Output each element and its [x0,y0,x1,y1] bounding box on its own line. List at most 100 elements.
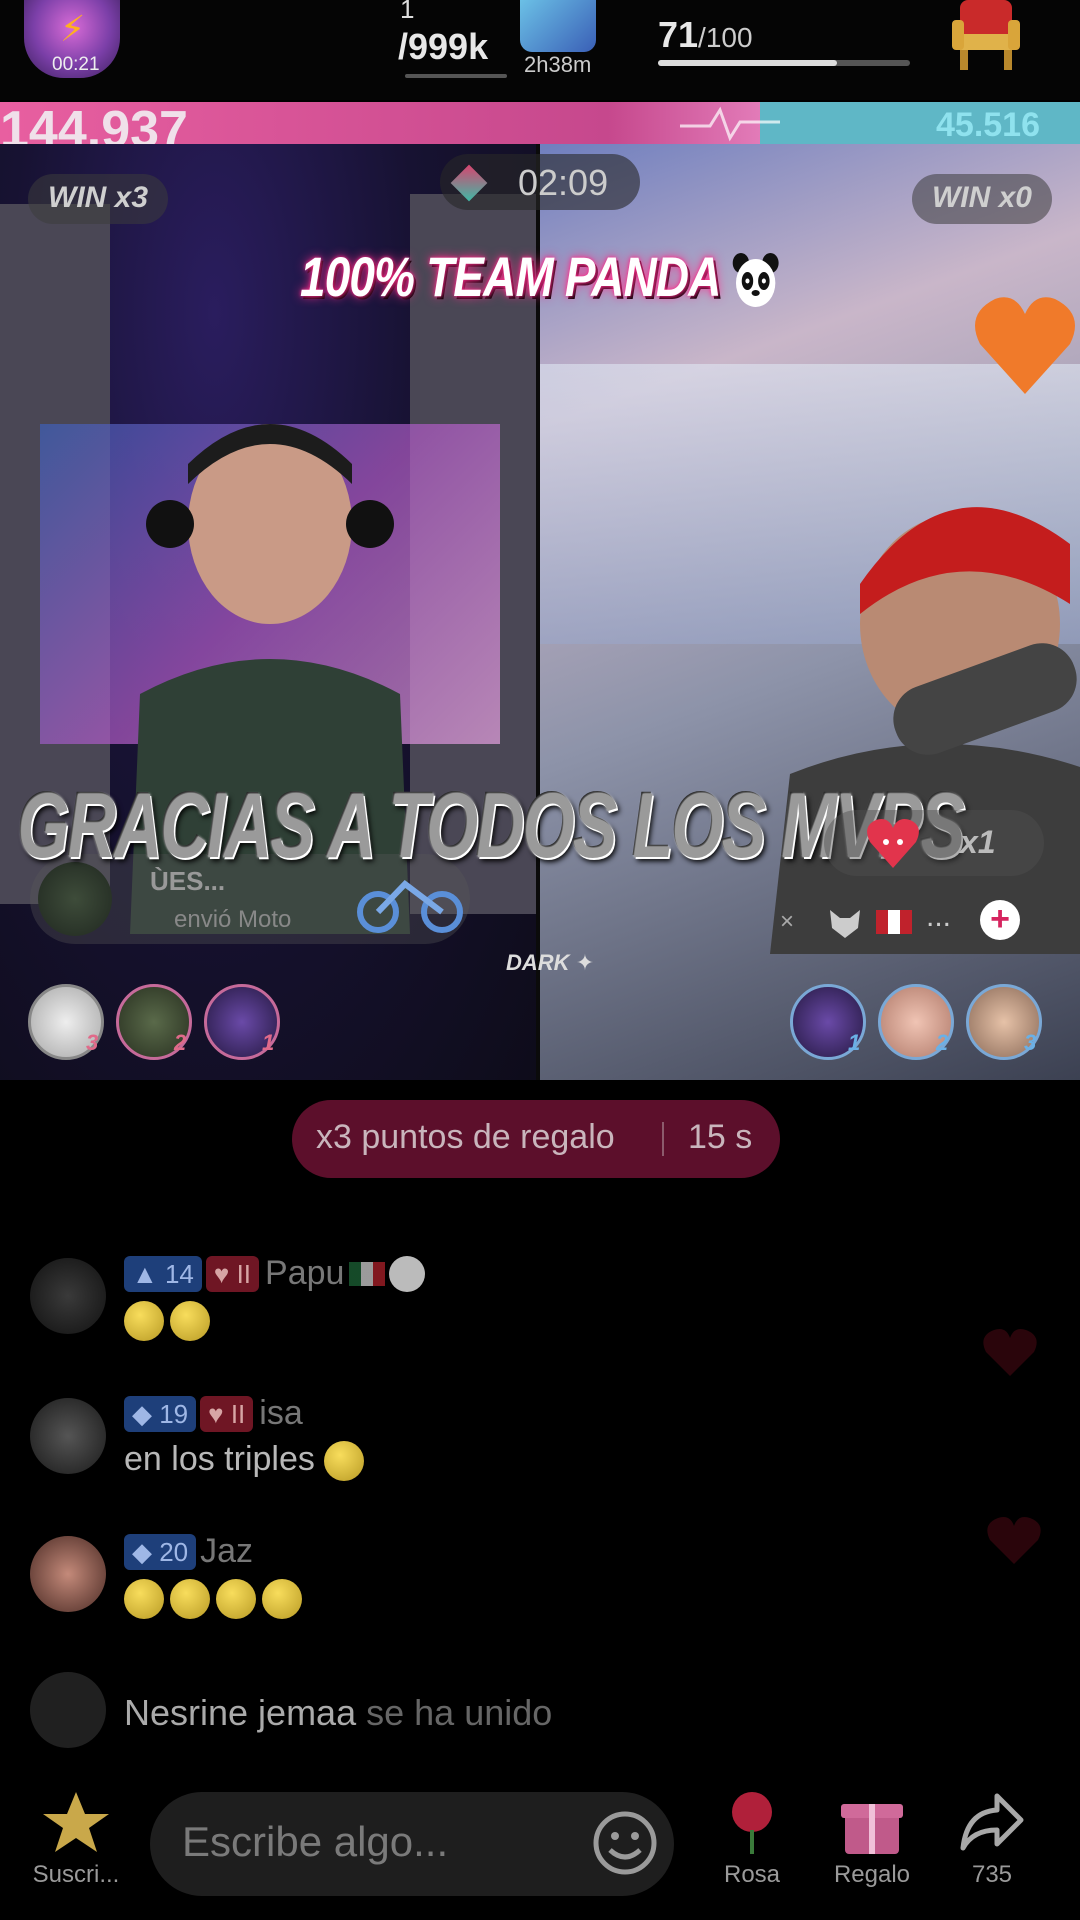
battle-video: WIN x3 WIN x0 02:09 100% TEAM PANDA ÙES.… [0,144,1080,1080]
user-avatar[interactable] [30,1536,106,1612]
laughing-emoji-icon [124,1579,164,1620]
comment-placeholder: Escribe algo... [182,1818,449,1865]
comment-header: ◆ 19 ♥ II isa [124,1394,303,1434]
progress-max: /100 [698,22,753,53]
overlay-title: 100% TEAM PANDA [97,244,983,311]
mvp-rank-right-2: 2 [936,1030,949,1055]
bottom-bar: Suscri... Escribe algo... Rosa Regalo 73… [0,1780,1080,1920]
share-count: 735 [971,1861,1013,1888]
mvp-rank-left-1: 1 [262,1030,275,1055]
user-avatar[interactable] [30,1258,106,1334]
dark-tag: DARK ✦ [506,950,594,976]
user-avatar[interactable] [30,1398,106,1474]
fan-badge: ♥ II [200,1395,254,1432]
laughing-emoji-icon [170,1579,210,1620]
mexico-flag-icon [348,1261,385,1286]
level-badge: ◆ 20 [124,1533,197,1570]
floating-heart-icon [987,1517,1041,1564]
gift-label: Regalo [833,1861,911,1888]
rose-label: Rosa [723,1861,781,1888]
joined-user[interactable]: Nesrine jemaa [124,1692,356,1733]
joined-text: se ha unido [366,1692,553,1733]
gift-points-banner: x3 puntos de regalo 15 s [292,1100,780,1178]
overlay-caption: GRACIAS A TODOS LOS MVPS [18,775,965,877]
top-bar: ⚡ 00:21 1 /999k 2h38m 71/100 [0,0,1080,100]
heart-icon [867,819,919,868]
comment-item[interactable]: ◆ 20 Jaz [30,1532,930,1626]
rose-icon [732,1792,772,1854]
username[interactable]: isa [259,1394,302,1433]
share-button[interactable]: 735 [952,1790,1032,1889]
worried-emoji-icon [124,1301,164,1342]
heart-multiplier[interactable]: x1 [824,810,1044,876]
progress-bar [658,60,910,66]
level-value: 19 [159,1398,189,1429]
battle-gem-icon [450,164,488,202]
progress-value: 71 [658,14,699,55]
score-right: 45.516 [936,106,1040,144]
gift-points-text: x3 puntos de regalo [316,1118,615,1156]
worried-emoji-icon [170,1301,210,1342]
comment-text: en los triples [124,1440,315,1478]
win-counter-right: WIN x0 [911,174,1052,224]
mvp-rank-right-1: 1 [848,1030,861,1055]
comment-item[interactable]: ▲ 14 ♥ II Papu [30,1254,930,1348]
win-counter-left: WIN x3 [28,174,169,224]
username[interactable]: Jaz [200,1532,253,1571]
level-value: 20 [159,1536,189,1567]
gift-text: envió Moto [174,906,292,933]
fan-club-heart-icon[interactable] [970,284,1080,404]
sparkle-icon: ✦ [575,950,595,975]
live-duration: 2h38m [524,52,592,77]
more-dots[interactable]: ... [926,900,951,934]
mvp-rank-right-3: 3 [1024,1030,1037,1055]
level-badge: ◆ 19 [124,1395,197,1432]
smile-icon[interactable] [592,1810,658,1876]
peru-flag-icon [876,910,912,934]
live-goal-timer: 00:21 [52,54,100,75]
throne-icon[interactable] [946,0,1026,72]
rank-current: 1 [400,0,415,24]
comment-header: ◆ 20 Jaz [124,1532,253,1572]
progress-counter[interactable]: 71/100 [658,14,753,56]
progress-fill [658,60,837,66]
wave-hand-icon [30,1672,106,1748]
comment-header: ▲ 14 ♥ II Papu [124,1254,426,1294]
battle-score-bar: 144.937 45.516 [0,101,1080,159]
mute-icon[interactable]: × [780,908,794,936]
subscribe-label: Suscri... [32,1861,120,1888]
fan-badge: ♥ II [205,1255,260,1292]
tiktok-live-icon[interactable] [520,0,596,52]
follow-plus-icon[interactable]: + [980,900,1020,940]
comment-item[interactable]: ◆ 19 ♥ II isa en los triples [30,1394,930,1488]
panda-icon [389,1255,426,1292]
opponent-info-row: × ... + [710,900,1040,946]
fan-level: II [236,1258,252,1289]
floating-heart-icon [983,1329,1037,1376]
join-notification: Nesrine jemaa se ha unido [30,1672,930,1752]
heart-multiplier-value: x1 [960,824,996,860]
comment-input[interactable]: Escribe algo... [150,1792,674,1896]
username[interactable]: Papu [265,1254,344,1293]
gift-button[interactable]: Regalo [822,1790,922,1889]
live-goal-badge[interactable]: ⚡ 00:21 [24,0,120,78]
subscribe-button[interactable]: Suscri... [26,1790,126,1889]
battle-countdown: 02:09 [518,162,609,203]
laughing-emoji-icon [262,1579,302,1620]
panda-icon [732,253,779,308]
comment-message: en los triples [124,1440,370,1482]
mvp-rank-left-3: 3 [86,1030,99,1055]
laughing-emoji-icon [216,1579,256,1620]
gift-points-seconds: 15 s [688,1118,753,1156]
spark-icon [680,106,780,142]
grin-sweat-emoji-icon [324,1441,365,1482]
level-badge: ▲ 14 [124,1255,202,1292]
mvp-rank-left-2: 2 [174,1030,187,1055]
rose-gift-button[interactable]: Rosa [712,1790,792,1889]
level-value: 14 [164,1258,194,1289]
battle-timer: 02:09 [440,154,640,210]
dark-tag-text: DARK [506,950,570,975]
rank-underline [405,74,507,78]
fan-level: II [230,1398,246,1429]
rank-total[interactable]: /999k [398,26,488,68]
